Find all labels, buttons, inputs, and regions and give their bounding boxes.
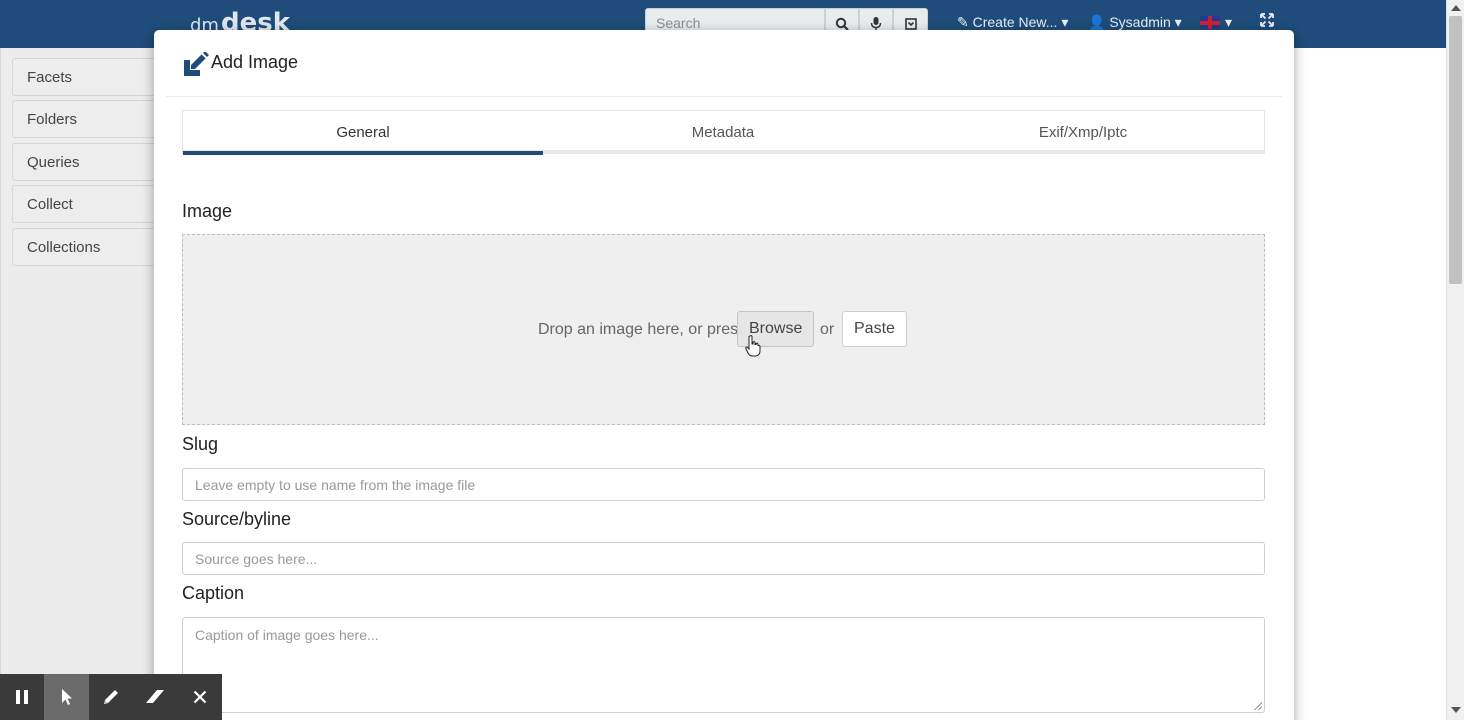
- eraser-tool-button[interactable]: [133, 674, 177, 720]
- pencil-icon: [104, 690, 119, 704]
- uk-flag-icon[interactable]: [1200, 16, 1220, 29]
- tab-exif-xmp-iptc[interactable]: Exif/Xmp/Iptc: [903, 111, 1263, 151]
- source-byline-input[interactable]: Source goes here...: [182, 542, 1265, 575]
- sidebar-item-label: Facets: [27, 69, 73, 86]
- sidebar-item-label: Collect: [27, 196, 73, 213]
- dropzone-or-text: or: [820, 321, 835, 338]
- scroll-up-arrow-icon[interactable]: [1451, 5, 1461, 11]
- dialog-title: Add Image: [211, 52, 299, 72]
- edit-image-icon: [184, 52, 209, 76]
- sidebar-item-collections[interactable]: Collections: [12, 228, 161, 266]
- pointer-tool-button[interactable]: [44, 674, 89, 720]
- sidebar-item-label: Folders: [27, 111, 78, 128]
- pause-button[interactable]: [0, 674, 44, 720]
- scroll-thumb[interactable]: [1449, 16, 1462, 284]
- scroll-down-arrow-icon[interactable]: [1451, 707, 1461, 713]
- image-dropzone[interactable]: Drop an image here, or press Browse or P…: [182, 234, 1265, 425]
- caption-label: Caption: [182, 583, 245, 603]
- sidebar-item-folders[interactable]: Folders: [12, 100, 161, 138]
- dropzone-text: Drop an image here, or press: [538, 321, 747, 338]
- hand-cursor-icon: [745, 335, 761, 357]
- caption-textarea[interactable]: Caption of image goes here...: [182, 617, 1265, 713]
- pause-icon: [16, 690, 29, 704]
- sidebar: Facets Folders Queries Collect Collectio…: [0, 48, 161, 720]
- tab-metadata[interactable]: Metadata: [543, 111, 903, 151]
- create-new-menu[interactable]: ✎ Create New... ▾: [957, 14, 1068, 31]
- dialog-header: Add Image: [166, 30, 1282, 97]
- add-image-dialog: Add Image General Metadata Exif/Xmp/Iptc…: [154, 30, 1294, 720]
- checkbox-icon: [904, 18, 917, 30]
- user-menu[interactable]: 👤 Sysadmin ▾: [1088, 14, 1182, 31]
- annotation-toolbar: [0, 674, 222, 720]
- microphone-icon: [870, 17, 882, 31]
- sidebar-item-label: Queries: [27, 154, 80, 171]
- page-scrollbar[interactable]: [1446, 0, 1464, 720]
- tab-general[interactable]: General: [183, 111, 543, 155]
- language-caret[interactable]: ▾: [1225, 14, 1232, 31]
- paste-button[interactable]: Paste: [842, 311, 907, 347]
- close-toolbar-button[interactable]: [178, 674, 222, 720]
- search-icon: [835, 17, 849, 31]
- sidebar-item-label: Collections: [27, 239, 101, 256]
- source-byline-label: Source/byline: [182, 509, 292, 529]
- dialog-tabs: General Metadata Exif/Xmp/Iptc: [182, 110, 1265, 155]
- eraser-icon: [146, 690, 165, 703]
- sidebar-item-facets[interactable]: Facets: [12, 58, 161, 96]
- close-icon: [193, 690, 207, 704]
- caption-placeholder: Caption of image goes here...: [195, 627, 379, 643]
- slug-input[interactable]: Leave empty to use name from the image f…: [182, 468, 1265, 501]
- pen-tool-button[interactable]: [89, 674, 133, 720]
- expand-icon: [1260, 13, 1274, 27]
- slug-label: Slug: [182, 434, 219, 454]
- image-label: Image: [182, 201, 233, 221]
- sidebar-item-queries[interactable]: Queries: [12, 143, 161, 181]
- sidebar-item-collect[interactable]: Collect: [12, 185, 161, 223]
- resize-handle-icon[interactable]: [1254, 702, 1262, 710]
- cursor-icon: [61, 689, 72, 705]
